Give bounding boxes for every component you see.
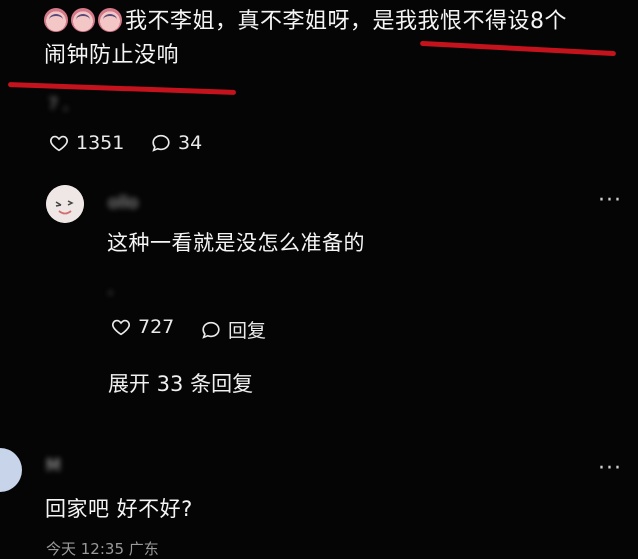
crying-emoji-icon — [44, 8, 68, 32]
next-comment-text: 回家吧 好不好? — [45, 497, 193, 521]
reply-label: 回复 — [228, 320, 267, 342]
comment-meta: 7 , — [48, 94, 69, 113]
reply-username[interactable]: ollo — [108, 193, 138, 213]
comment-text-line-2: 闹钟防止没响 — [44, 43, 180, 68]
heart-icon — [50, 135, 68, 152]
comment-text-line-1: 我不李姐，真不李姐呀，是我我恨不得设8个 — [125, 9, 567, 34]
more-icon[interactable]: ··· — [598, 188, 622, 213]
annotation-underline — [7, 82, 237, 95]
next-comment-meta: 今天 12:35 广东 — [46, 540, 159, 558]
avatar-face-icon — [46, 185, 84, 223]
avatar[interactable] — [46, 185, 84, 223]
comment-icon — [202, 321, 220, 339]
top-comment-text: 我不李姐，真不李姐呀，是我我恨不得设8个 闹钟防止没响 — [44, 5, 634, 73]
heart-icon — [112, 319, 130, 336]
expand-replies-button[interactable]: 展开 33 条回复 — [108, 368, 253, 398]
reply-count: 34 — [178, 132, 203, 154]
more-icon[interactable]: ··· — [598, 456, 622, 481]
avatar[interactable] — [0, 448, 22, 492]
next-username[interactable]: M — [46, 456, 61, 476]
reply-like-button[interactable]: 727 — [110, 316, 174, 338]
reply-text: 这种一看就是没怎么准备的 — [107, 231, 365, 255]
crying-emoji-icon — [71, 8, 95, 32]
crying-emoji-icon — [98, 8, 122, 32]
reply-meta: , — [108, 278, 114, 297]
like-count: 1351 — [76, 132, 125, 154]
like-count: 727 — [138, 316, 175, 338]
like-button[interactable]: 1351 — [48, 132, 124, 154]
reply-button[interactable]: 回复 — [200, 316, 266, 343]
comment-icon — [152, 134, 170, 152]
comment-button[interactable]: 34 — [150, 132, 202, 154]
